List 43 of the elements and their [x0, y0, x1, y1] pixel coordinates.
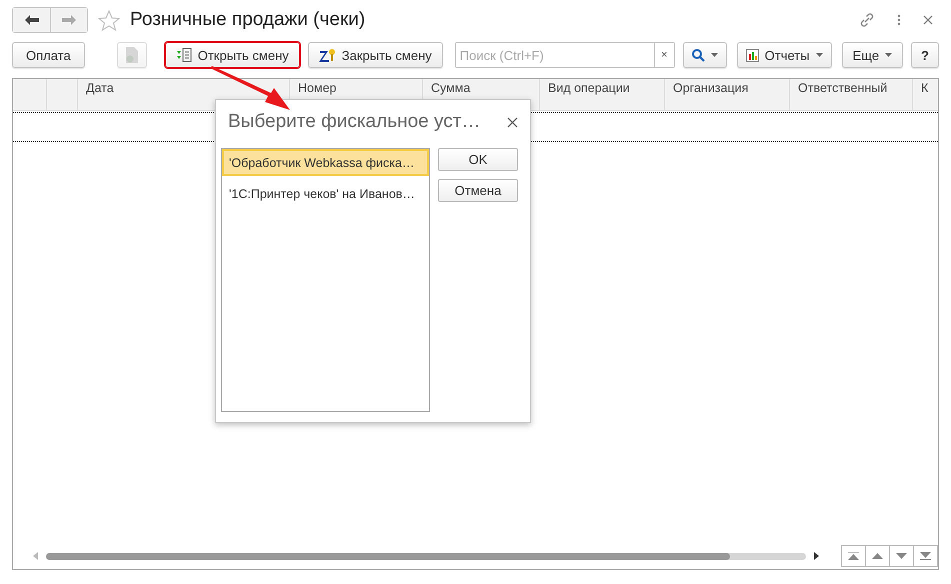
device-item[interactable]: 'Обработчик Webkassa фиска… — [222, 149, 429, 176]
close-shift-button[interactable]: Закрыть смену — [308, 42, 443, 68]
arrow-right-icon — [62, 15, 76, 25]
bar-chart-icon — [746, 48, 759, 62]
scroll-right-icon[interactable] — [814, 552, 819, 560]
caret-icon — [710, 53, 718, 57]
next-row-button[interactable] — [889, 545, 914, 567]
back-button[interactable] — [13, 8, 50, 32]
cancel-button[interactable]: Отмена — [438, 179, 518, 202]
search-field[interactable]: Поиск (Ctrl+F) × — [454, 42, 675, 68]
ok-button[interactable]: OK — [438, 148, 518, 171]
star-icon[interactable] — [98, 10, 120, 30]
arrow-up-icon — [872, 553, 883, 559]
previous-row-button[interactable] — [865, 545, 890, 567]
column-header[interactable]: К — [913, 79, 938, 110]
arrow-up-icon — [848, 552, 859, 560]
horizontal-scrollbar[interactable] — [46, 552, 806, 560]
arrow-down-icon — [896, 553, 907, 559]
column-header[interactable]: Ответственный — [790, 79, 913, 110]
caret-icon — [885, 53, 892, 57]
document-add-icon — [124, 47, 139, 63]
document-list-icon — [176, 48, 192, 62]
payment-button[interactable]: Оплата — [12, 42, 85, 68]
open-shift-button[interactable]: Открыть смену — [164, 42, 300, 68]
more-button[interactable]: Еще — [842, 42, 904, 68]
dialog-title: Выберите фискальное уст… — [228, 111, 482, 133]
search-icon — [692, 48, 705, 62]
arrow-down-icon — [920, 552, 931, 560]
key-icon — [318, 48, 336, 62]
close-icon[interactable] — [507, 116, 518, 128]
scroll-left-icon[interactable] — [33, 552, 38, 560]
first-row-button[interactable] — [841, 545, 866, 567]
column-header[interactable]: Вид операции — [540, 79, 665, 110]
clear-button[interactable]: × — [654, 43, 674, 67]
window-title: Розничные продажи (чеки) — [130, 9, 366, 31]
column-header[interactable]: Организация — [665, 79, 790, 110]
help-button[interactable]: ? — [911, 42, 939, 68]
search-button[interactable] — [682, 42, 727, 68]
device-item[interactable]: '1С:Принтер чеков' на Иванов… — [222, 180, 429, 207]
last-row-button[interactable] — [913, 545, 938, 567]
caret-icon — [816, 53, 823, 57]
reports-button[interactable]: Отчеты — [736, 42, 832, 68]
arrow-left-icon — [24, 15, 38, 25]
